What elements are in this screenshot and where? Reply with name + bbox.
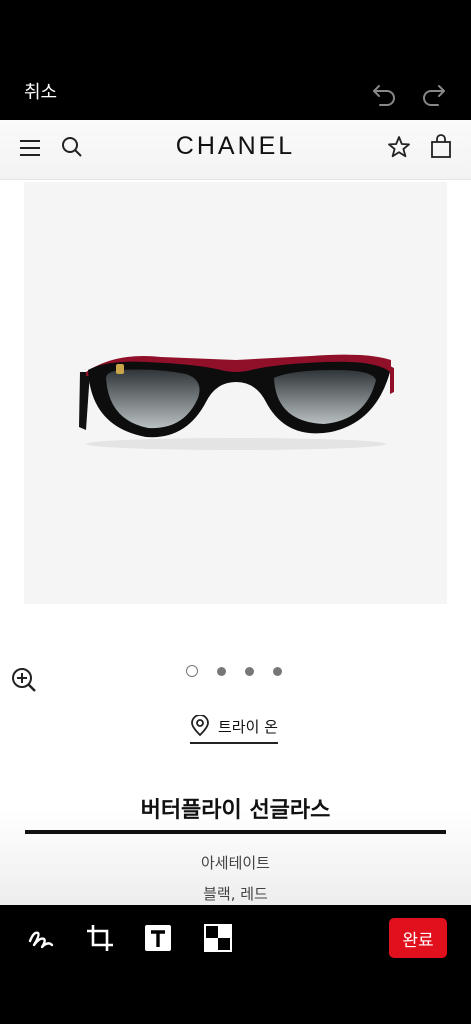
location-pin-icon [191,715,209,737]
product-image[interactable] [24,182,447,604]
site-navbar: CHANEL [0,120,471,180]
try-on-button[interactable]: 트라이 온 [190,714,278,744]
pen-icon[interactable] [26,923,56,953]
mosaic-icon[interactable] [203,923,233,953]
cancel-button[interactable]: 취소 [24,78,57,104]
editor-top-bar: 취소 [0,0,471,120]
zoom-in-icon[interactable] [10,666,38,694]
product-material: 아세테이트 [200,854,270,872]
crop-icon[interactable] [85,923,115,953]
editor-toolbar: 완료 [0,905,471,1024]
title-divider [25,830,446,834]
redo-icon[interactable] [420,78,448,106]
gallery-pagination [186,665,286,679]
pagination-dot-3[interactable] [245,667,254,676]
product-title: 버터플라이 선글라스 [140,798,331,823]
product-color: 블랙, 레드 [203,885,268,903]
done-button[interactable]: 완료 [389,918,447,958]
sunglasses-image [79,354,394,450]
star-icon[interactable] [386,134,412,160]
shopping-bag-icon[interactable] [428,134,454,160]
undo-icon[interactable] [370,78,398,106]
screenshot-canvas: CHANEL 트라이 온 버터플라이 선글라스 아세테이트 블랙, 레드 [0,120,471,905]
try-on-label: 트라이 온 [218,717,278,736]
text-icon[interactable] [143,923,173,953]
pagination-dot-2[interactable] [217,667,226,676]
pagination-dot-4[interactable] [273,667,282,676]
pagination-dot-1[interactable] [186,665,198,677]
